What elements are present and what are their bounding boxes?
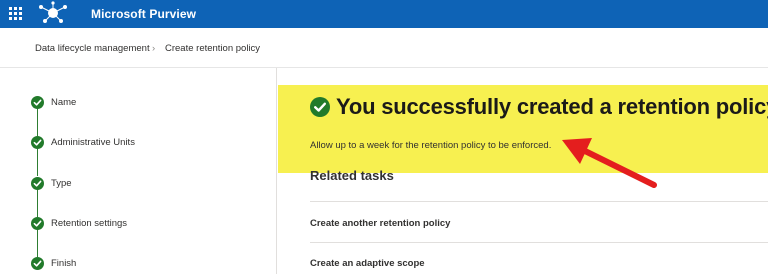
step-connector: [37, 229, 38, 257]
step-complete-icon: [31, 217, 44, 230]
step-finish[interactable]: Finish: [51, 258, 76, 269]
top-header-bar: Microsoft Purview: [0, 0, 768, 28]
app-title[interactable]: Microsoft Purview: [91, 7, 196, 21]
step-complete-icon: [31, 177, 44, 190]
step-connector: [37, 189, 38, 217]
step-connector: [37, 108, 38, 136]
step-complete-icon: [31, 136, 44, 149]
step-connector: [37, 148, 38, 176]
main-content: You successfully created a retention pol…: [278, 68, 768, 274]
breadcrumb-item-current: Create retention policy: [165, 43, 261, 54]
wizard-steps: Name Administrative Units Type Retention…: [0, 68, 277, 274]
step-retention-settings[interactable]: Retention settings: [51, 218, 127, 229]
step-complete-icon: [31, 257, 44, 270]
success-banner: You successfully created a retention pol…: [278, 85, 768, 173]
success-title: You successfully created a retention pol…: [336, 94, 768, 119]
divider: [310, 201, 768, 202]
step-type[interactable]: Type: [51, 178, 72, 189]
related-tasks-heading: Related tasks: [310, 168, 394, 183]
divider: [310, 242, 768, 243]
breadcrumb: Data lifecycle management › Create reten…: [0, 28, 768, 68]
step-name[interactable]: Name: [51, 97, 76, 108]
create-another-retention-policy-link[interactable]: Create another retention policy: [310, 218, 450, 229]
breadcrumb-item-data-lifecycle[interactable]: Data lifecycle management: [35, 43, 150, 54]
success-subtitle: Allow up to a week for the retention pol…: [310, 140, 552, 151]
purview-logo-icon: [39, 1, 67, 23]
step-administrative-units[interactable]: Administrative Units: [51, 137, 135, 148]
app-launcher-icon[interactable]: [9, 7, 22, 20]
step-complete-icon: [31, 96, 44, 109]
chevron-right-icon: ›: [152, 43, 156, 54]
annotation-arrow-icon: [562, 138, 657, 188]
success-check-icon: [310, 97, 330, 117]
create-adaptive-scope-link[interactable]: Create an adaptive scope: [310, 258, 425, 269]
